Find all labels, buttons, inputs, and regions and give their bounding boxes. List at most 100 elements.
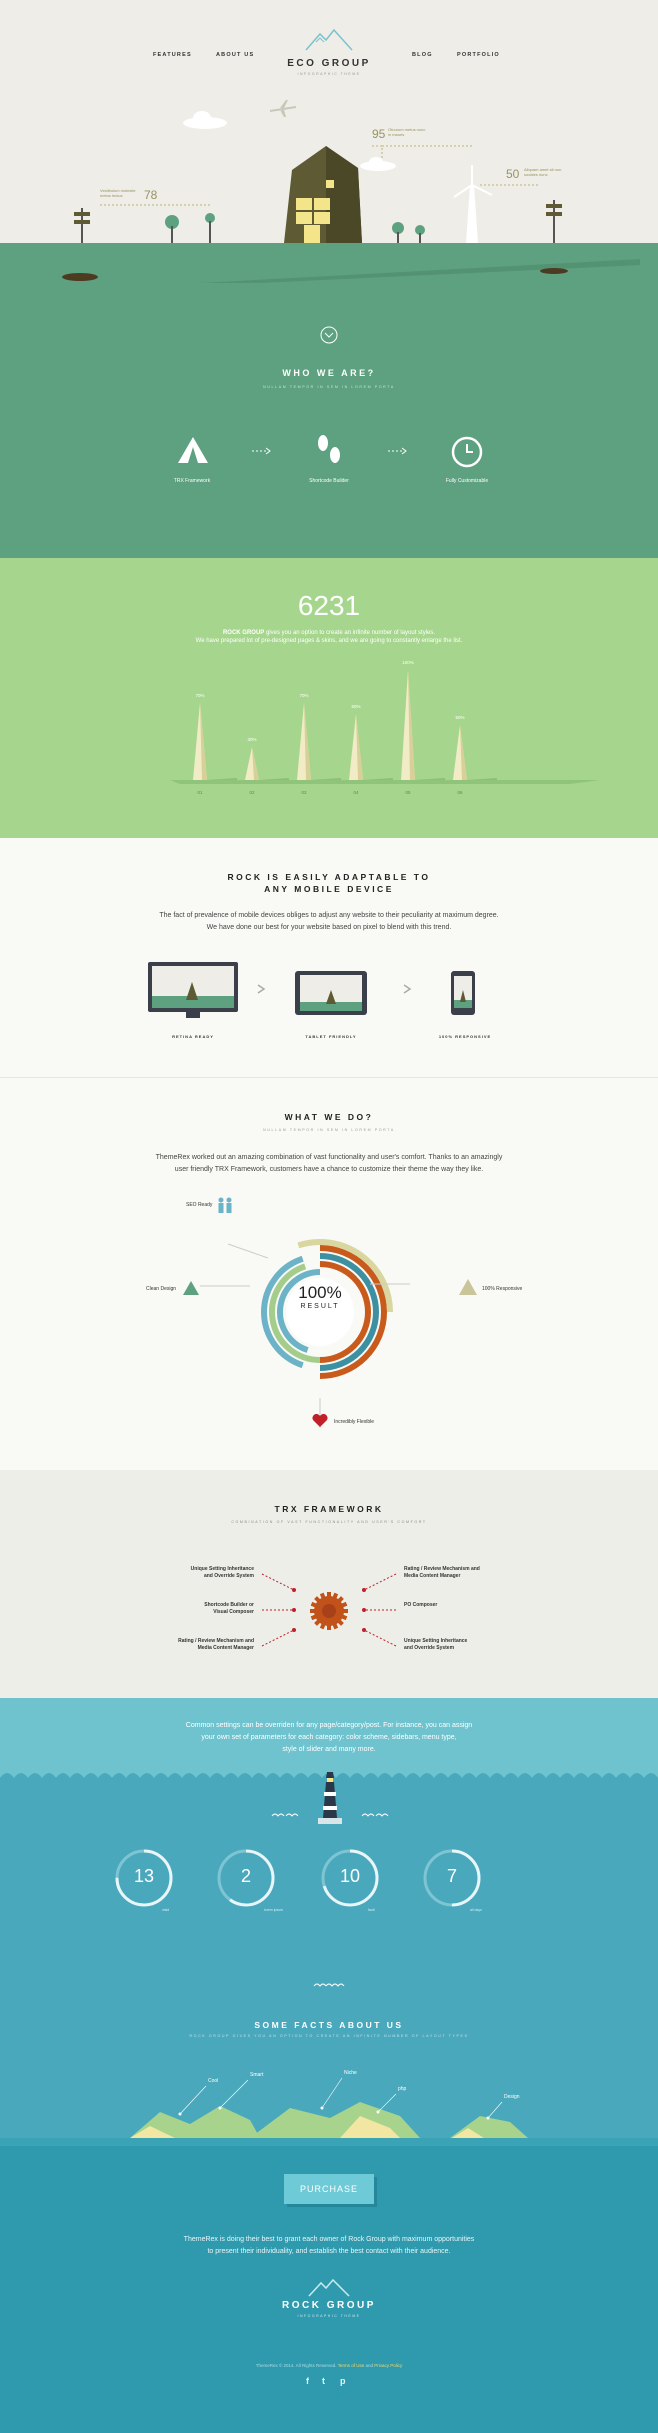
footer-logo-subtitle: INFOGRAPHIC THEME xyxy=(297,2314,361,2318)
hero-stat-text: Vestibulum molestie metus lectus xyxy=(100,188,136,198)
mobile-text-2: We have done our best for your website b… xyxy=(206,924,452,931)
peak-axis-label: 05 xyxy=(405,790,411,795)
trx-feature-right: PO Composer xyxy=(404,1602,437,1609)
heart-icon xyxy=(312,1414,328,1427)
island-label: Smart xyxy=(250,2072,264,2078)
clock-icon xyxy=(451,436,483,468)
signpost-icon xyxy=(546,200,562,243)
mobile-title-line2: ANY MOBILE DEVICE xyxy=(264,884,394,894)
peak-value-label: 50% xyxy=(455,715,464,720)
logo-subtitle: INFOGRAPHIC THEME xyxy=(297,72,361,76)
device-label: 100% RESPONSIVE xyxy=(438,1034,492,1039)
logo-title[interactable]: ECO GROUP xyxy=(0,58,658,69)
island-dot xyxy=(178,2112,182,2116)
trx-feature-text: Visual Composer xyxy=(213,1609,254,1615)
trees-illustration xyxy=(165,213,215,243)
island-label: php xyxy=(398,2086,407,2092)
house-illustration xyxy=(284,146,362,243)
trx-feature-right: Unique Setting Inheritance and Override S… xyxy=(404,1638,467,1652)
peak-shadow xyxy=(311,778,341,780)
device-label: TABLET FRIENDLY xyxy=(305,1034,357,1039)
trx-feature-text: PO Composer xyxy=(404,1602,438,1608)
airplane-icon xyxy=(270,100,296,117)
who-we-are-section: WHO WE ARE? NULLAM TEMPOR IN SEM IN LORE… xyxy=(0,243,658,558)
windmill-illustration xyxy=(453,165,493,243)
island-dot xyxy=(486,2116,490,2120)
island-label: Design xyxy=(504,2094,520,2100)
result-label: RESULT xyxy=(300,1303,340,1310)
what-text-2: user friendly TRX Framework, customers h… xyxy=(174,1166,484,1173)
trx-feature-text: Media Content Manager xyxy=(404,1573,461,1579)
copyright: ThemeRex © 2014. All Rights Reserved. Te… xyxy=(0,2363,658,2368)
what-subtitle: NULLAM TEMPOR IN SEM IN LOREM PORTA xyxy=(263,1128,395,1132)
ground-shadows xyxy=(62,259,640,283)
island-dot xyxy=(218,2106,222,2110)
trx-framework-section: TRX FRAMEWORK COMBINATION OF VAST FUNCTI… xyxy=(0,1470,658,1698)
arrow-right-icon xyxy=(388,447,407,455)
peak-axis-label: 02 xyxy=(249,790,255,795)
island-connector xyxy=(179,2085,207,2115)
device-label: RETINA READY xyxy=(172,1034,214,1039)
stat-leader-line xyxy=(372,145,472,158)
peak-axis-label: 01 xyxy=(197,790,203,795)
peak-value-label: 70% xyxy=(299,693,308,698)
peak-value-label: 30% xyxy=(247,737,256,742)
monitor-icon xyxy=(148,962,238,1018)
pinterest-icon[interactable]: p xyxy=(340,2376,346,2386)
facebook-icon[interactable]: f xyxy=(306,2376,309,2386)
chevron-down-icon[interactable] xyxy=(319,325,339,345)
who-subtitle: NULLAM TEMPOR IN SEM IN LOREM PORTA xyxy=(263,385,395,389)
mountain-icon xyxy=(459,1279,477,1295)
tablet-icon xyxy=(295,971,367,1015)
island-dot xyxy=(320,2106,324,2110)
island-connector xyxy=(487,2101,503,2119)
hero-stat-number: 95 xyxy=(372,127,386,141)
ring-connector xyxy=(227,1243,269,1259)
footprints-icon xyxy=(318,435,340,463)
arrow-right-icon xyxy=(403,984,412,994)
mountain-logo-icon[interactable] xyxy=(304,28,354,52)
trx-feature-text: Rating / Review Mechanism and xyxy=(178,1638,254,1644)
footer-logo-title[interactable]: ROCK GROUP xyxy=(0,2300,658,2311)
mountain-logo-icon[interactable] xyxy=(307,2278,351,2298)
trx-feature-left: Rating / Review Mechanism and Media Conte… xyxy=(178,1638,254,1652)
ring-label-responsive: 100% Responsive xyxy=(482,1286,523,1292)
settings-section: Common settings can be overriden for any… xyxy=(0,1698,658,1778)
trx-connectors xyxy=(261,1573,397,1647)
footer-text-2: to present their individuality, and esta… xyxy=(207,2248,451,2255)
trees-illustration xyxy=(392,222,425,243)
trx-feature-right: Rating / Review Mechanism and Media Conte… xyxy=(404,1566,480,1580)
ring-label-seo: SEO Ready xyxy=(186,1202,213,1208)
ring-label-clean: Clean Design xyxy=(146,1286,177,1292)
settings-text-3: style of slider and many more. xyxy=(282,1746,376,1753)
purchase-button[interactable]: PURCHASE xyxy=(284,2174,374,2204)
island-connector xyxy=(219,2079,249,2109)
trx-feature-text: and Override System xyxy=(203,1573,254,1579)
peak-chart: 70% 01 30% 02 70% 03 60% 04 100% 05 50% 06 xyxy=(170,660,600,795)
twitter-icon[interactable]: t xyxy=(322,2376,325,2386)
trx-feature-text: Unique Setting Inheritance xyxy=(404,1638,468,1644)
signpost-icon xyxy=(74,208,90,243)
feature-label: TRX Framework xyxy=(173,478,211,484)
cloud-icon xyxy=(183,111,227,129)
island-label: Niche xyxy=(344,2070,357,2076)
mobile-title-line1: ROCK IS EASILY ADAPTABLE TO xyxy=(227,872,431,882)
peak-shadow xyxy=(415,778,445,780)
sea-section: SOME FACTS ABOUT US ROCK GROUP GIVES YOU… xyxy=(0,1772,658,2138)
hero-section: FEATURES ABOUT US BLOG PORTFOLIO ECO GRO… xyxy=(0,0,658,243)
trx-feature-text: and Override System xyxy=(404,1645,455,1651)
island-connector xyxy=(321,2077,343,2109)
privacy-link[interactable]: Privacy Policy xyxy=(374,2363,402,2368)
ring-label-flexible: Incredibly Flexible xyxy=(334,1419,375,1425)
peak-value-label: 70% xyxy=(195,693,204,698)
peak-shadow xyxy=(259,778,289,780)
peak-axis-label: 04 xyxy=(353,790,359,795)
terms-link[interactable]: Terms of Use xyxy=(338,2363,365,2368)
trx-feature-text: Shortcode Builder or xyxy=(204,1602,254,1608)
copyright-text: ThemeRex © 2014. All Rights Reserved. xyxy=(255,2363,337,2368)
who-title: WHO WE ARE? xyxy=(282,368,376,378)
footer-text-1: ThemeRex is doing their best to grant ea… xyxy=(183,2236,475,2243)
trx-feature-left: Unique Setting Inheritance and Override S… xyxy=(191,1566,254,1580)
hero-stat-text: Ofuurum metus nunc in mauris xyxy=(388,127,426,137)
hero-stat-number: 78 xyxy=(144,188,158,202)
